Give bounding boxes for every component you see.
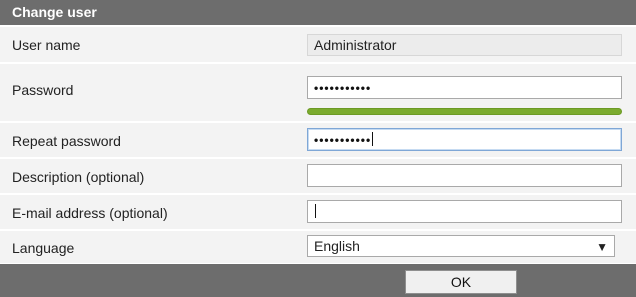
dialog-title: Change user (0, 0, 636, 25)
row-username: User name Administrator (0, 27, 636, 62)
row-language: Language English ▼ (0, 231, 636, 263)
row-description: Description (optional) (0, 159, 636, 193)
text-caret (372, 132, 374, 146)
username-label: User name (12, 37, 81, 53)
dialog-footer: OK (0, 264, 636, 297)
password-label: Password (12, 82, 74, 98)
description-label: Description (optional) (12, 169, 145, 185)
email-caret (315, 204, 316, 218)
username-field: Administrator (307, 34, 622, 56)
row-password: Password ••••••••••• (0, 64, 636, 121)
language-label: Language (12, 240, 75, 256)
password-field[interactable]: ••••••••••• (307, 76, 622, 99)
repeat-password-value: ••••••••••• (314, 133, 372, 147)
row-repeat-password: Repeat password ••••••••••• (0, 123, 636, 157)
repeat-password-field[interactable]: ••••••••••• (307, 128, 622, 151)
language-select[interactable]: English ▼ (307, 235, 615, 257)
ok-button[interactable]: OK (405, 270, 517, 294)
email-label: E-mail address (optional) (12, 205, 168, 221)
description-field[interactable] (307, 164, 622, 187)
password-value: ••••••••••• (314, 81, 372, 95)
dropdown-arrow-icon: ▼ (596, 240, 608, 254)
email-field[interactable] (307, 200, 622, 223)
change-user-dialog: Change user User name Administrator Pass… (0, 0, 636, 297)
password-strength-bar (307, 108, 622, 115)
row-email: E-mail address (optional) (0, 195, 636, 229)
language-selected: English (314, 238, 360, 254)
repeat-password-label: Repeat password (12, 133, 121, 149)
